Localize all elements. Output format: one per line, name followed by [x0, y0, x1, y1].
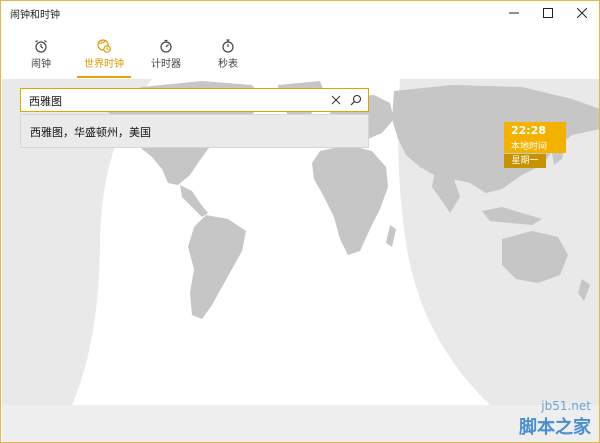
local-clock-day: 星期一: [504, 154, 546, 168]
local-clock-time: 22:28: [511, 124, 547, 137]
tab-label: 秒表: [218, 59, 238, 70]
alarm-clock-icon: [35, 40, 47, 53]
local-clock-label: 本地时间: [511, 142, 548, 152]
clear-icon[interactable]: [330, 94, 342, 106]
land-africa: [312, 145, 388, 255]
tab-timer[interactable]: 计时器: [135, 35, 197, 77]
app-title: 闹钟和时钟: [10, 10, 60, 21]
land-central-america: [180, 185, 208, 217]
search-input-value: 西雅图: [29, 95, 62, 108]
world-clock-icon: [97, 39, 111, 53]
minimize-icon: [509, 12, 519, 14]
watermark-title: 脚本之家: [519, 417, 591, 438]
tab-world-clock[interactable]: 世界时钟: [73, 35, 135, 78]
search-icon[interactable]: [350, 94, 362, 106]
watermark: jb51.net 脚本之家: [519, 399, 591, 439]
local-clock-card[interactable]: 22:28 本地时间: [504, 122, 566, 153]
watermark-site: jb51.net: [541, 399, 591, 413]
map-bottom-strip: [2, 405, 599, 442]
tab-alarm[interactable]: 闹钟: [10, 35, 72, 77]
suggestion-label: 西雅图，华盛顿州，美国: [30, 126, 151, 139]
tab-label: 闹钟: [31, 59, 51, 70]
tab-label: 计时器: [151, 59, 181, 70]
app-window: 闹钟和时钟 闹钟 世界时钟 计时器 秒表 西雅图 西雅图，华盛顿州，美国 22:…: [0, 0, 600, 443]
tab-bar: 闹钟 世界时钟 计时器 秒表: [1, 35, 301, 78]
search-suggestion-item[interactable]: 西雅图，华盛顿州，美国: [20, 114, 369, 148]
search-input[interactable]: 西雅图: [20, 88, 369, 112]
maximize-icon: [543, 8, 553, 18]
close-button[interactable]: [565, 1, 599, 25]
land-south-america: [188, 215, 246, 319]
tab-stopwatch[interactable]: 秒表: [197, 35, 259, 77]
close-icon: [577, 8, 587, 18]
tab-label: 世界时钟: [84, 59, 124, 70]
land-madagascar: [386, 225, 396, 247]
minimize-button[interactable]: [497, 1, 531, 25]
maximize-button[interactable]: [531, 1, 565, 25]
stopwatch-icon: [222, 39, 234, 53]
timer-icon: [160, 39, 172, 53]
title-bar[interactable]: 闹钟和时钟: [1, 1, 599, 25]
